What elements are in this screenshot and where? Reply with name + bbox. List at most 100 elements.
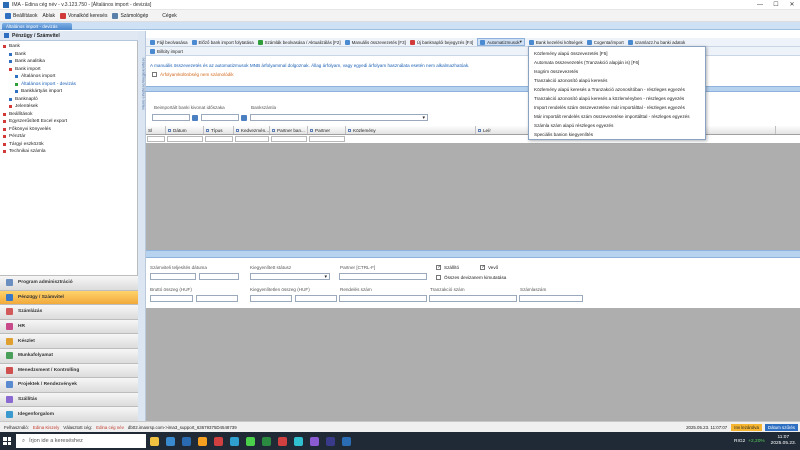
module-menedzsment-kontrolling[interactable]: Menedzsment / Kontrolling [0,362,138,378]
tree-item-technikai-szamla[interactable]: Technikai számla [0,148,138,156]
column-filter-input[interactable] [271,136,307,142]
unsettled-to-input[interactable] [295,295,337,302]
column-filter-input[interactable] [167,136,203,142]
toolbar-szamlazz-hu-banki-adatok[interactable]: szamlazz.hu banki adatok [627,39,685,45]
menu-cegek[interactable]: Cégek [162,13,176,19]
column-filter-input[interactable] [235,136,269,142]
automation-item[interactable]: Tranzakció azonosító alapú keresés [529,76,705,85]
automation-item[interactable]: Automata összevezetés (Tranzakció alapjá… [529,58,705,67]
automation-item[interactable]: Tranzakció azonosító alapú keresés a köz… [529,94,705,103]
tree-item-banknaplo[interactable]: Banknapló [0,96,138,104]
toolbar-szamlak-beolvasasa-aktualizalas-f2[interactable]: Számlák beolvasása / Aktualizálás [F2] [257,39,341,45]
toolbar-uj-banknaploi-bejegyzes-f4[interactable]: Új banknaplói bejegyzés [F4] [409,39,473,45]
module-szallitas[interactable]: Szállítás [0,391,138,407]
automation-item[interactable]: Isogrim összevezetés [529,67,705,76]
menu-toggle-strip[interactable]: Menü elrejtése/megjelenítése [138,31,146,421]
taskbar-app[interactable] [322,432,338,450]
tree-item-egyszerusitett-excel-export[interactable]: Egyszerűsített Excel export [0,118,138,126]
toolbar-elozo-bank-import-folytatasa[interactable]: Előző bank import folytatása [191,39,254,45]
module-keszlet[interactable]: Készlet [0,333,138,348]
module-projektek-rendezvenyek[interactable]: Projektek / Rendezvények [0,377,138,392]
column-partner-ban[interactable]: Partner ban... [270,126,308,134]
column-kozlemeny[interactable]: Közlemény [346,126,476,134]
buyer-checkbox-box[interactable] [480,265,485,270]
column-filter-input[interactable] [309,136,345,142]
taskbar-app[interactable] [178,432,194,450]
date-to-input[interactable] [201,114,239,121]
calendar-icon[interactable] [241,115,247,121]
automation-item[interactable]: Speciális banion kiegyenlítés [529,130,705,139]
automation-item[interactable]: Számla szám alapú részleges egyezés [529,121,705,130]
order-input[interactable] [339,295,427,302]
module-hr[interactable]: HR [0,318,138,334]
module-idegenforgalom[interactable]: Idegenforgalom [0,406,138,421]
automation-item[interactable]: Közlemény alapú összevezetés [F5] [529,49,705,58]
tree-item-penztar[interactable]: Pénztár [0,133,138,141]
tree-item-bankkartyas-import[interactable]: Bankkártyás import [0,88,138,96]
tree-item-fokonyvi-konyveles[interactable]: Főkönyvi könyvelés [0,126,138,134]
tree-item-jelentesek[interactable]: Jelentések [0,103,138,111]
clock[interactable]: 11:07 2025.05.23. [771,435,796,447]
all-currency-checkbox[interactable]: Összes devizanem kimutatása [436,275,506,280]
tree-item-altalanos-import-devizas[interactable]: Általános import - devizás [0,81,138,89]
column-kedvezmen[interactable]: Kedvezmén... [234,126,270,134]
tree-item-bank-analitika[interactable]: Bank analitika [0,58,138,66]
date-field-input-2[interactable] [199,273,239,280]
date-from-input[interactable] [152,114,190,121]
billcity-import-button[interactable]: Billcity import [150,48,183,54]
rate-diff-checkbox[interactable]: Árfolyamkülönbség nem számolódik [152,72,234,77]
menu-beallitasok[interactable]: Beállítások [5,12,37,19]
column-partner[interactable]: Partner [308,126,346,134]
checkbox-box[interactable] [152,72,157,77]
tree-item-beallitasok[interactable]: Beállítások [0,111,138,119]
toolbar-manualis-osszevezetes-f3[interactable]: Manuális összevezetés [F3] [344,39,406,45]
close-button[interactable]: ✕ [784,0,800,10]
toolbar-automatizmusok[interactable]: Automatizmusok ▾ [477,38,525,46]
start-button[interactable] [0,432,14,450]
date-filter-badge[interactable]: Dátum szűrés [764,424,798,431]
transaction-input[interactable] [429,295,517,302]
taskbar-app[interactable] [274,432,290,450]
automation-item[interactable]: Közlemény alapú keresés a Tranzakció azo… [529,85,705,94]
toolbar-fajl-beolvasasa[interactable]: Fájl beolvasása [150,39,188,45]
tree-item-bank[interactable]: Bank [0,43,138,51]
maximize-button[interactable]: ☐ [768,0,784,10]
column-datum[interactable]: Dátum [166,126,204,134]
menu-ablak[interactable]: Ablak [42,13,55,19]
taskbar-app[interactable] [242,432,258,450]
invoice-input[interactable] [519,295,583,302]
tree-item-bank-import[interactable]: Bank import [0,66,138,74]
taskbar-app[interactable] [290,432,306,450]
partner-input[interactable] [339,273,427,280]
taskbar-app[interactable] [258,432,274,450]
column-tipus[interactable]: Típus [204,126,234,134]
module-penzugy-szamvitel[interactable]: Pénzügy / Számvitel [0,289,138,305]
lock-badge[interactable]: Inv lezárolva [731,424,762,431]
column-filter-input[interactable] [205,136,233,142]
toolbar-bank-kezelesi-koltsegek[interactable]: Bank kezelési költségek [528,39,583,45]
taskbar-app[interactable] [226,432,242,450]
taskbar-app[interactable] [306,432,322,450]
menu-szamologep[interactable]: Számológép [112,12,148,19]
supplier-checkbox[interactable]: Szállító [436,265,459,270]
taskbar-app[interactable] [338,432,354,450]
bank-account-select[interactable]: ▾ [250,114,428,121]
gross-to-input[interactable] [196,295,238,302]
date-field-input[interactable] [150,273,196,280]
automation-item[interactable]: Már importált rendelés szám összevezetés… [529,112,705,121]
module-program-adminisztracio[interactable]: Program adminisztráció [0,275,138,290]
minimize-button[interactable]: — [752,0,768,10]
automation-item[interactable]: Import rendelés szám összevezetése már i… [529,103,705,112]
taskbar-search[interactable]: ⌕ Írjon ide a kereséshez [16,434,146,448]
taskbar-app[interactable] [146,432,162,450]
taskbar-app[interactable] [210,432,226,450]
taskbar-app[interactable] [194,432,210,450]
all-currency-checkbox-box[interactable] [436,275,441,280]
module-tab[interactable]: Általános import - devizás [2,23,72,30]
column-filter-input[interactable] [147,136,165,142]
module-szamlazas[interactable]: Számlázás [0,304,138,319]
toolbar-cogenta-import[interactable]: Cogenta/import [586,39,624,45]
supplier-checkbox-box[interactable] [436,265,441,270]
menu-vonalkod-kereses[interactable]: Vonalkód keresés [59,12,107,19]
status-select[interactable]: ▾ [250,273,330,280]
